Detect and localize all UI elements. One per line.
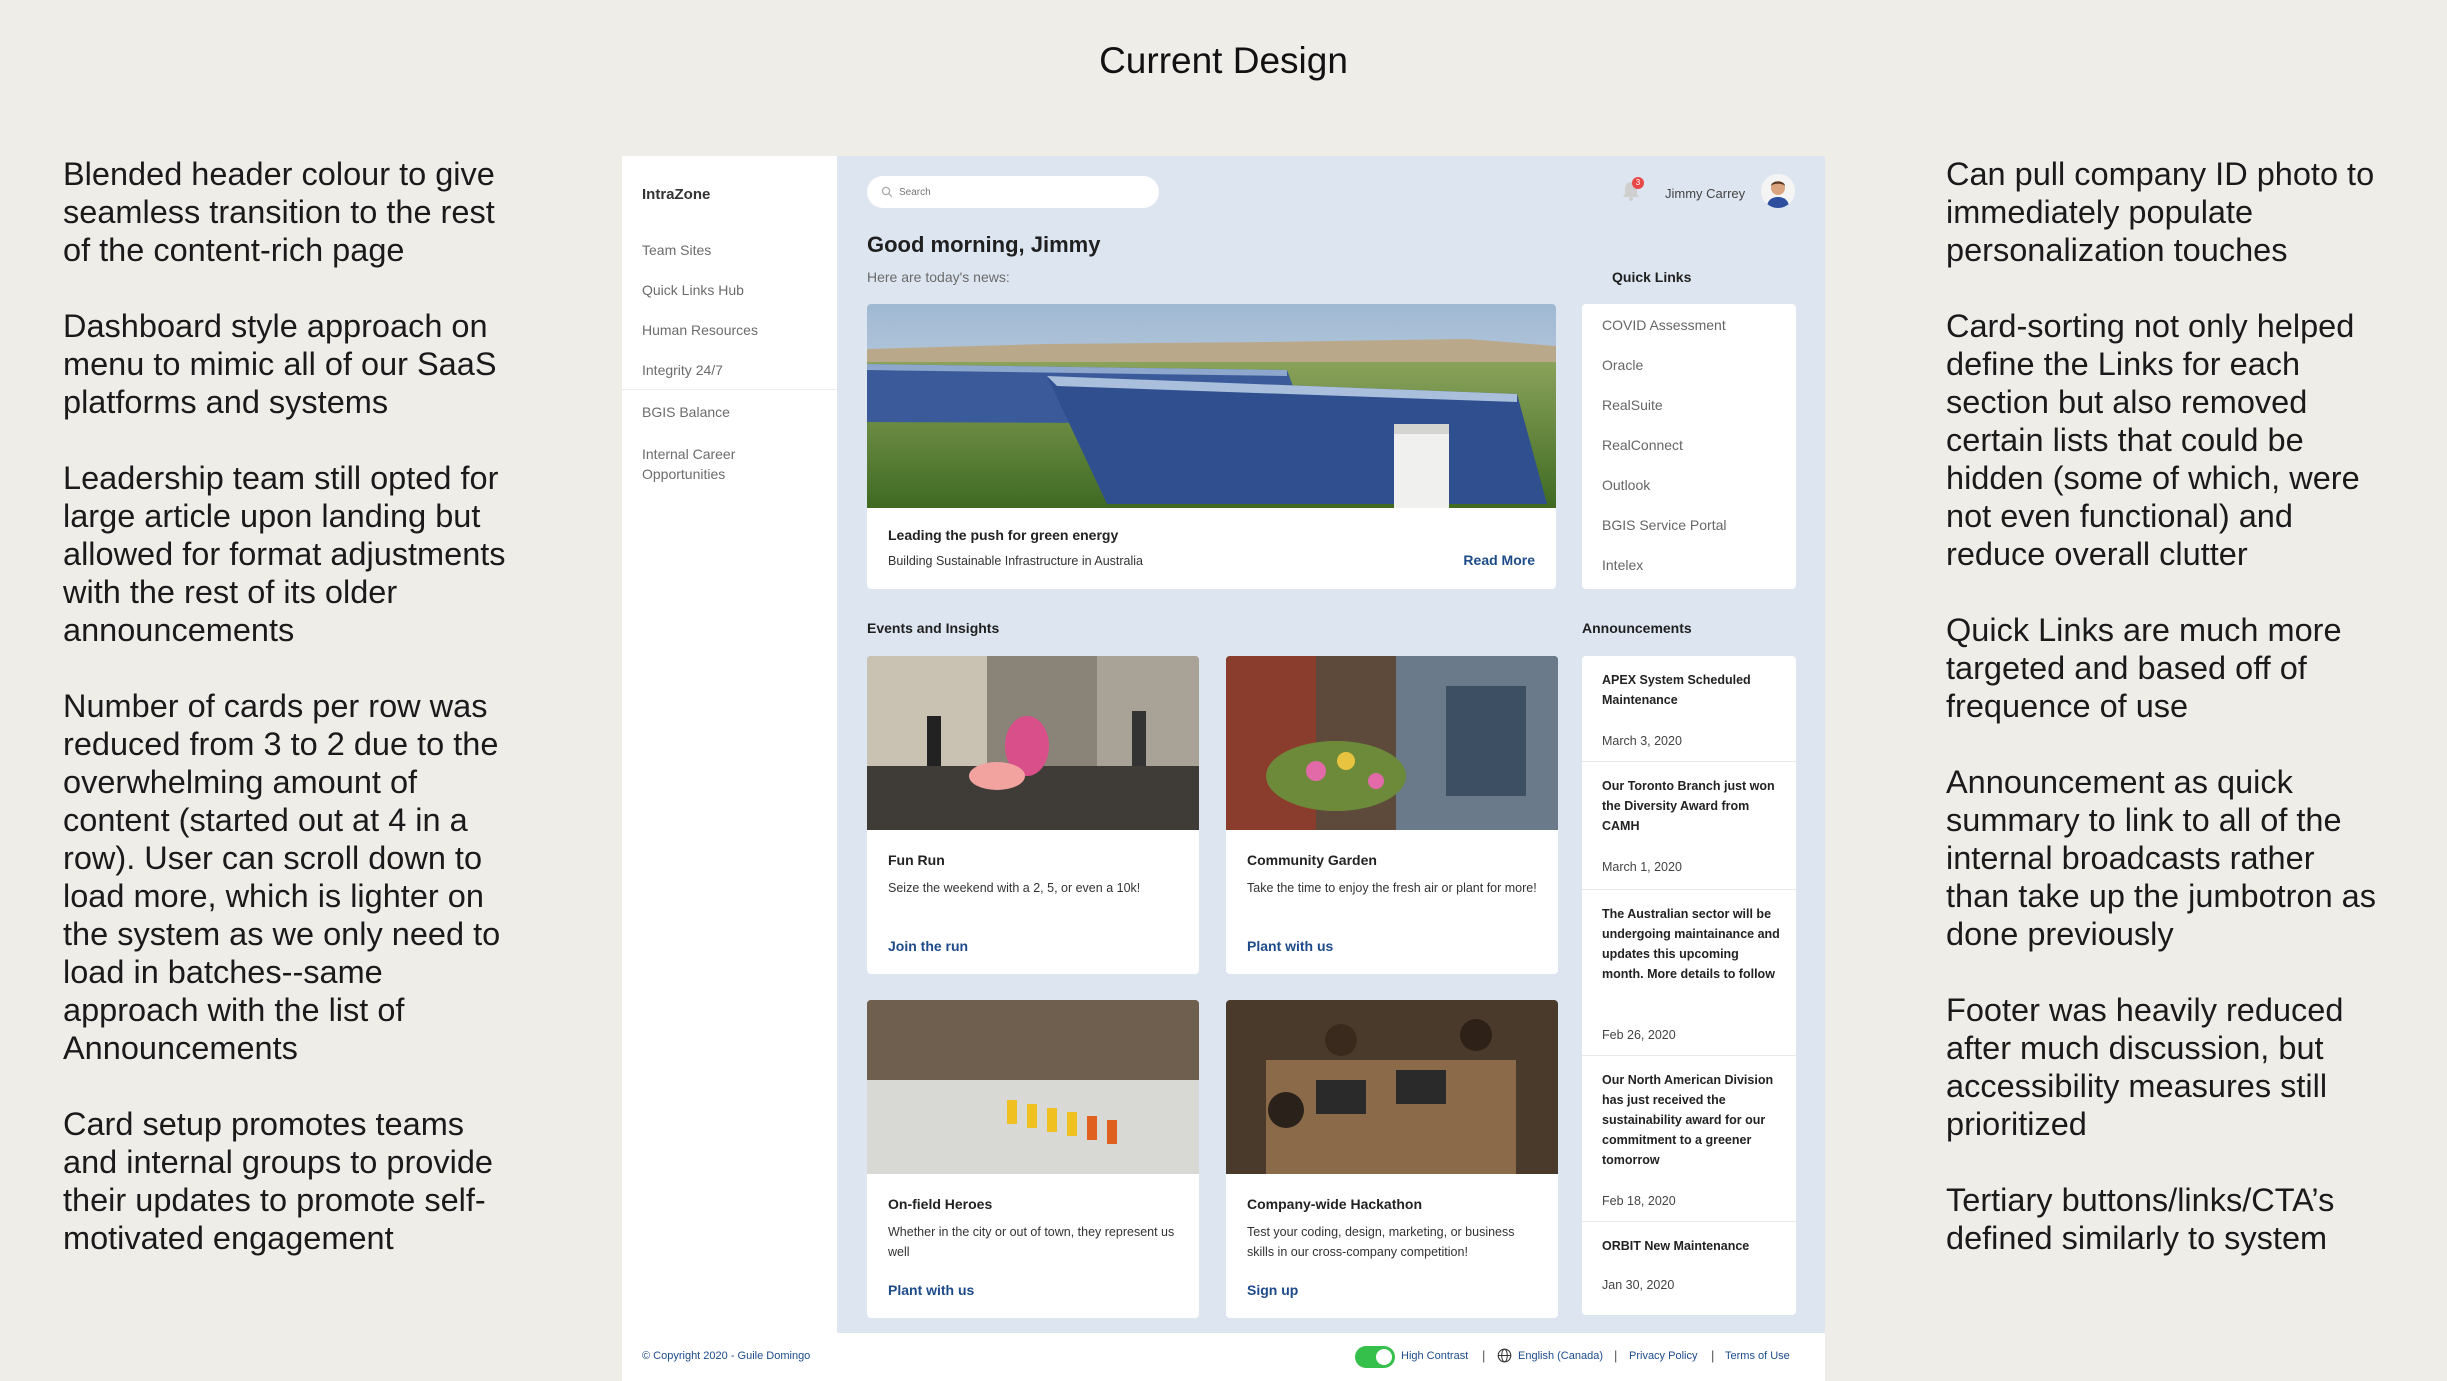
note-text: Number of cards per row was reduced from… [63, 688, 501, 1066]
quick-link-bgis-service-portal[interactable]: BGIS Service Portal [1602, 517, 1727, 533]
annotation-notes-left: Blended header colour to give seamless t… [63, 155, 513, 1295]
brand-logo[interactable]: IntraZone [642, 186, 710, 203]
announcement-date: Feb 26, 2020 [1602, 1028, 1676, 1042]
note-text: Card-sorting not only helped define the … [1946, 308, 2360, 572]
plant-with-us-link[interactable]: Plant with us [888, 1282, 974, 1298]
annotation-notes-right: Can pull company ID photo to immediately… [1946, 155, 2386, 1295]
plant-with-us-link[interactable]: Plant with us [1247, 938, 1333, 954]
note-text: Dashboard style approach on menu to mimi… [63, 308, 497, 420]
footer-separator: | [1711, 1348, 1715, 1363]
announcement-title: Our Toronto Branch just won the Diversit… [1602, 779, 1775, 833]
announcement-date: March 1, 2020 [1602, 860, 1682, 874]
announcement-item[interactable]: Our North American Division has just rec… [1582, 1056, 1796, 1222]
announcement-title: APEX System Scheduled Maintenance [1602, 673, 1751, 707]
card-title: Community Garden [1247, 852, 1377, 868]
announcement-item[interactable]: APEX System Scheduled Maintenance March … [1582, 656, 1796, 762]
globe-icon [1497, 1348, 1512, 1363]
greeting-subtitle: Here are today's news: [867, 269, 1010, 285]
card-description: Seize the weekend with a 2, 5, or even a… [888, 881, 1141, 895]
community-garden-image [1226, 656, 1558, 830]
search-icon [881, 186, 893, 198]
card-title: Company-wide Hackathon [1247, 1196, 1423, 1212]
event-card-on-field-heroes[interactable]: On-field Heroes Whether in the city or o… [867, 1000, 1199, 1318]
announcement-date: Jan 30, 2020 [1602, 1278, 1675, 1292]
sign-up-link[interactable]: Sign up [1247, 1282, 1298, 1298]
sidebar-item-integrity[interactable]: Integrity 24/7 [642, 360, 822, 380]
announcement-date: Feb 18, 2020 [1602, 1194, 1676, 1208]
sidebar-divider [622, 389, 837, 390]
quick-link-intelex[interactable]: Intelex [1602, 557, 1643, 573]
language-selector[interactable]: English (Canada) [1518, 1350, 1603, 1362]
announcements-panel: APEX System Scheduled Maintenance March … [1582, 656, 1796, 1315]
note-text: Blended header colour to give seamless t… [63, 156, 495, 268]
avatar[interactable] [1761, 174, 1795, 208]
announcement-title: Our North American Division has just rec… [1602, 1073, 1774, 1167]
event-card-fun-run[interactable]: Fun Run Seize the weekend with a 2, 5, o… [867, 656, 1199, 974]
sidebar-item-human-resources[interactable]: Human Resources [642, 320, 822, 340]
card-title: Fun Run [888, 852, 945, 868]
events-heading: Events and Insights [867, 620, 1000, 636]
intranet-dashboard-mockup: IntraZone Team Sites Quick Links Hub Hum… [622, 156, 1825, 1381]
footer-separator: | [1482, 1348, 1486, 1363]
announcement-title: ORBIT New Maintenance [1602, 1239, 1750, 1253]
join-run-link[interactable]: Join the run [888, 938, 968, 954]
announcements-heading: Announcements [1582, 620, 1692, 636]
event-card-community-garden[interactable]: Community Garden Take the time to enjoy … [1226, 656, 1558, 974]
footer: © Copyright 2020 - Guile Domingo High Co… [622, 1333, 1825, 1381]
high-contrast-toggle[interactable] [1355, 1346, 1395, 1368]
page-title: Current Design [1099, 40, 1348, 81]
fun-run-image [867, 656, 1199, 830]
featured-article-card[interactable]: Leading the push for green energy Buildi… [867, 304, 1556, 589]
main-content: 3 Jimmy Carrey Good morning, Jimmy Here … [837, 156, 1825, 1333]
hackathon-image [1226, 1000, 1558, 1174]
high-contrast-label[interactable]: High Contrast [1401, 1350, 1468, 1362]
sidebar: IntraZone Team Sites Quick Links Hub Hum… [622, 156, 837, 1333]
card-description: Test your coding, design, marketing, or … [1247, 1225, 1515, 1259]
copyright-text: © Copyright 2020 - Guile Domingo [642, 1350, 811, 1362]
note-text: Announcement as quick summary to link to… [1946, 764, 2377, 952]
card-description: Whether in the city or out of town, they… [888, 1225, 1175, 1259]
solar-panels-image [867, 304, 1556, 508]
quick-link-oracle[interactable]: Oracle [1602, 357, 1643, 373]
announcement-item[interactable]: ORBIT New Maintenance Jan 30, 2020 [1582, 1222, 1796, 1315]
sidebar-item-bgis-balance[interactable]: BGIS Balance [642, 402, 822, 422]
announcement-date: March 3, 2020 [1602, 734, 1682, 748]
event-card-hackathon[interactable]: Company-wide Hackathon Test your coding,… [1226, 1000, 1558, 1318]
on-field-heroes-image [867, 1000, 1199, 1174]
read-more-link[interactable]: Read More [1463, 552, 1535, 568]
announcement-title: The Australian sector will be undergoing… [1602, 907, 1780, 981]
featured-article-subtitle: Building Sustainable Infrastructure in A… [888, 554, 1144, 568]
note-text: Can pull company ID photo to immediately… [1946, 156, 2375, 268]
note-text: Quick Links are much more targeted and b… [1946, 612, 2342, 724]
user-name[interactable]: Jimmy Carrey [1665, 186, 1745, 201]
notifications-button[interactable]: 3 [1620, 177, 1644, 203]
featured-article-title: Leading the push for green energy [888, 527, 1119, 543]
announcement-item[interactable]: The Australian sector will be undergoing… [1582, 890, 1796, 1056]
quick-link-realconnect[interactable]: RealConnect [1602, 437, 1683, 453]
note-text: Leadership team still opted for large ar… [63, 460, 506, 648]
sidebar-item-career-opportunities[interactable]: Internal Career Opportunities [642, 444, 822, 484]
note-text: Card setup promotes teams and internal g… [63, 1106, 494, 1256]
search-bar[interactable] [867, 176, 1159, 208]
search-input[interactable] [899, 186, 1139, 198]
card-title: On-field Heroes [888, 1196, 993, 1212]
quick-links-heading: Quick Links [1612, 269, 1692, 285]
quick-link-outlook[interactable]: Outlook [1602, 477, 1650, 493]
sidebar-item-quick-links-hub[interactable]: Quick Links Hub [642, 280, 822, 300]
quick-link-realsuite[interactable]: RealSuite [1602, 397, 1663, 413]
terms-of-use-link[interactable]: Terms of Use [1725, 1350, 1790, 1362]
greeting-title: Good morning, Jimmy [867, 232, 1101, 257]
privacy-policy-link[interactable]: Privacy Policy [1629, 1350, 1697, 1362]
note-text: Tertiary buttons/links/CTA’s defined sim… [1946, 1182, 2335, 1256]
quick-link-covid-assessment[interactable]: COVID Assessment [1602, 317, 1726, 333]
quick-links-panel: COVID Assessment Oracle RealSuite RealCo… [1582, 304, 1796, 589]
note-text: Footer was heavily reduced after much di… [1946, 992, 2344, 1142]
card-description: Take the time to enjoy the fresh air or … [1247, 881, 1537, 895]
notification-badge: 3 [1632, 177, 1644, 189]
announcement-item[interactable]: Our Toronto Branch just won the Diversit… [1582, 762, 1796, 890]
sidebar-item-team-sites[interactable]: Team Sites [642, 240, 822, 260]
footer-separator: | [1614, 1348, 1618, 1363]
